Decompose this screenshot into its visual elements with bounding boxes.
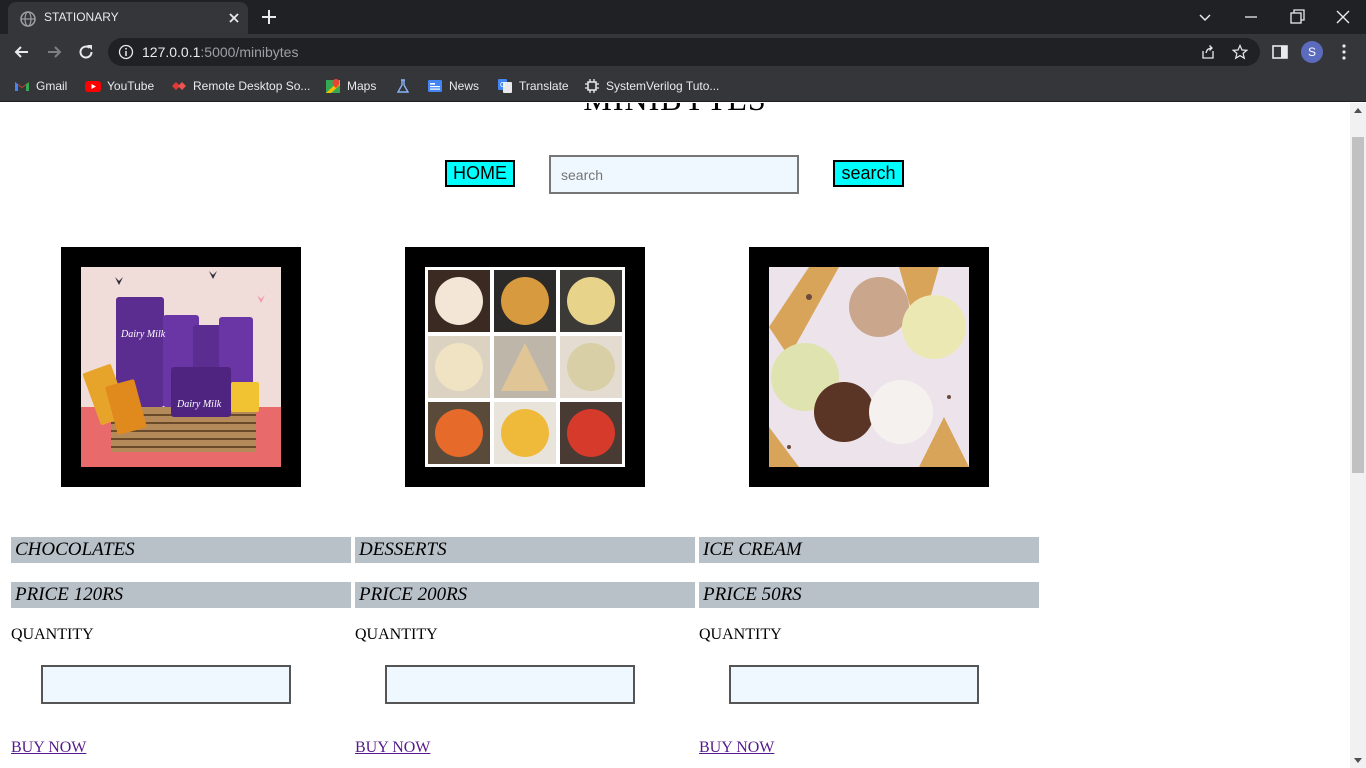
svg-text:Dairy Milk: Dairy Milk [120,329,166,340]
url-text[interactable]: 127.0.0.1:5000/minibytes [142,44,298,60]
product-price: PRICE 120RS [11,582,351,608]
svg-text:G: G [500,82,505,89]
restore-icon[interactable] [1287,7,1307,27]
bookmark-label: Translate [519,79,569,93]
chip-icon [585,79,599,93]
quantity-input[interactable] [729,665,979,704]
bookmark-systemverilog[interactable]: SystemVerilog Tuto... [584,76,719,96]
product-name: CHOCOLATES [11,537,351,563]
buy-now-link[interactable]: BUY NOW [11,739,86,757]
home-button[interactable]: HOME [445,160,515,187]
product-image-frame[interactable] [749,247,989,487]
tab-search-chevron-icon[interactable] [1195,7,1215,27]
bookmark-label: News [449,79,480,93]
tab-title: STATIONARY [44,10,119,24]
maps-icon [326,79,340,93]
address-bar[interactable]: 127.0.0.1:5000/minibytes [108,38,1260,66]
browser-tab-active[interactable]: STATIONARY [8,2,248,34]
desserts-image[interactable] [425,267,625,467]
forward-arrow-icon[interactable] [44,42,64,62]
product-image-frame[interactable]: Dairy Milk Dairy Milk [61,247,301,487]
search-button[interactable]: search [833,160,904,187]
globe-icon [20,11,36,27]
gmail-icon [15,82,29,91]
bookmark-flask[interactable] [395,76,411,96]
scroll-up-arrow-icon[interactable] [1354,108,1362,113]
site-info-icon[interactable] [118,44,134,60]
translate-icon: G [498,79,512,93]
scroll-down-arrow-icon[interactable] [1354,758,1362,763]
minimize-icon[interactable] [1241,7,1261,27]
news-icon [428,80,442,92]
url-host: 127.0.0.1 [142,44,201,60]
quantity-label: QUANTITY [11,626,94,643]
quantity-input[interactable] [385,665,635,704]
bookmarks-bar: Gmail YouTube Remote Desktop So... Maps [0,70,1366,102]
close-window-icon[interactable] [1333,7,1353,27]
back-arrow-icon[interactable] [12,42,32,62]
scrollbar-thumb[interactable] [1352,137,1364,473]
bookmark-label: SystemVerilog Tuto... [606,79,720,93]
flask-icon [396,79,410,93]
bookmark-label: Remote Desktop So... [193,79,311,93]
url-path: :5000/minibytes [200,44,299,60]
bookmark-star-icon[interactable] [1232,44,1248,60]
bookmark-remote-desktop[interactable]: Remote Desktop So... [171,76,310,96]
bookmark-maps[interactable]: Maps [325,76,376,96]
site-title: MINIBYTES [0,103,1350,118]
close-tab-icon[interactable] [226,10,242,26]
vertical-scrollbar[interactable] [1350,103,1366,768]
bookmark-youtube[interactable]: YouTube [85,76,154,96]
search-input[interactable] [549,155,799,194]
product-image-frame[interactable] [405,247,645,487]
profile-avatar[interactable]: S [1301,41,1323,63]
share-icon[interactable] [1200,44,1216,60]
reload-icon[interactable] [76,42,96,62]
bookmark-translate[interactable]: G Translate [497,76,569,96]
new-tab-plus-icon[interactable] [260,8,278,26]
bookmark-news[interactable]: News [427,76,479,96]
buy-now-link[interactable]: BUY NOW [355,739,430,757]
browser-tab-strip: STATIONARY [0,0,1366,34]
bookmark-label: YouTube [107,79,155,93]
bookmark-label: Gmail [36,79,68,93]
page-viewport: MINIBYTES HOME search [0,103,1350,768]
quantity-label: QUANTITY [355,626,438,643]
youtube-icon [85,81,101,92]
product-name: ICE CREAM [699,537,1039,563]
quantity-label: QUANTITY [699,626,782,643]
ice-cream-image[interactable] [769,267,969,467]
more-menu-icon[interactable] [1334,42,1354,62]
product-name: DESSERTS [355,537,695,563]
bookmark-gmail[interactable]: Gmail [14,76,67,96]
side-panel-icon[interactable] [1270,42,1290,62]
svg-text:Dairy Milk: Dairy Milk [176,399,222,410]
buy-now-link[interactable]: BUY NOW [699,739,774,757]
quantity-input[interactable] [41,665,291,704]
product-price: PRICE 50RS [699,582,1039,608]
bookmark-label: Maps [347,79,377,93]
product-price: PRICE 200RS [355,582,695,608]
remote-desktop-icon [172,82,186,90]
chocolates-image[interactable]: Dairy Milk Dairy Milk [81,267,281,467]
browser-toolbar: 127.0.0.1:5000/minibytes S [0,34,1366,70]
